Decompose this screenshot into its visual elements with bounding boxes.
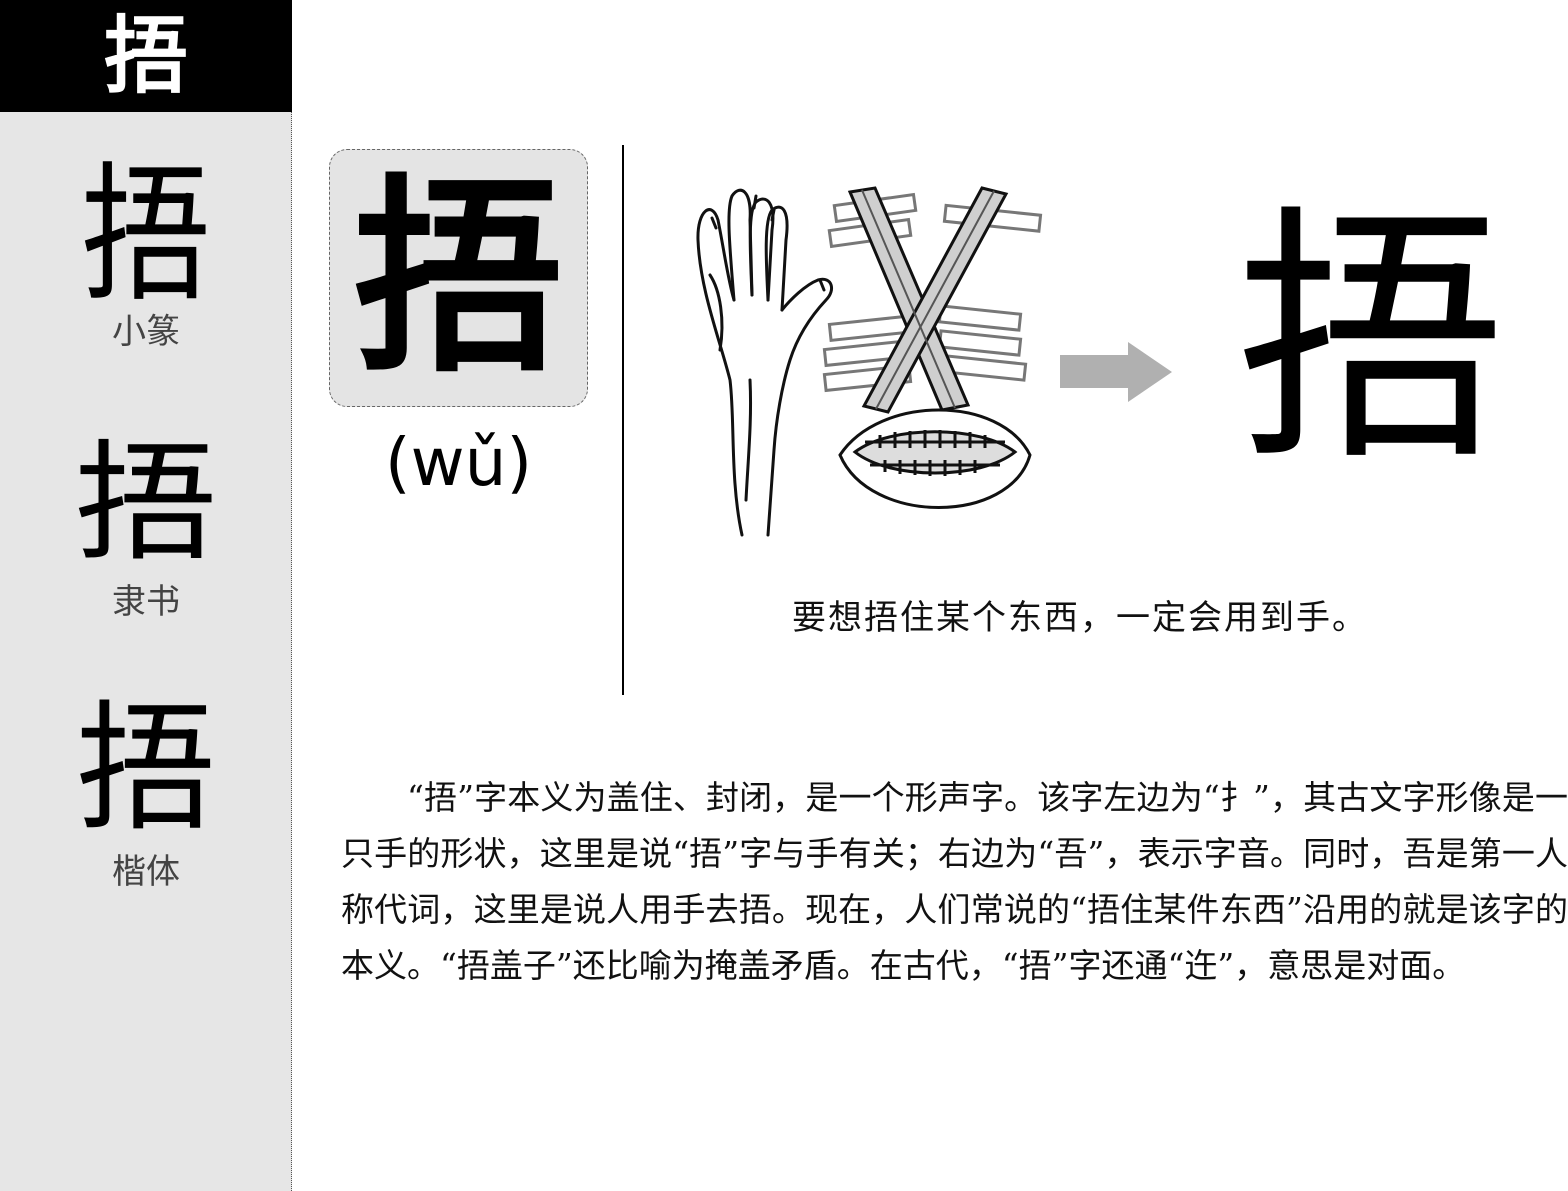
main-character: 捂 <box>353 154 564 401</box>
main-character-card: 捂 <box>329 149 588 407</box>
arrow-right-icon <box>1060 342 1172 402</box>
sidebar: 捂 捂 小篆 捂 隶书 捂 楷体 <box>0 0 292 1191</box>
illustration-caption: 要想捂住某个东西，一定会用到手。 <box>792 598 1368 638</box>
regular-script-glyph: 捂 <box>75 688 216 851</box>
header-character: 捂 <box>103 6 188 105</box>
clerical-script-label: 隶书 <box>112 582 180 622</box>
sidebar-header: 捂 <box>0 0 292 112</box>
script-regular: 捂 楷体 <box>0 700 292 893</box>
script-seal: 捂 小篆 <box>0 160 292 353</box>
seal-script-glyph: 捂 <box>80 147 211 323</box>
pinyin: (wǔ) <box>384 424 533 501</box>
clerical-script-glyph: 捂 <box>74 433 218 577</box>
script-clerical: 捂 隶书 <box>0 440 292 623</box>
description-paragraph: “捂”字本义为盖住、封闭，是一个形声字。该字左边为“扌”，其古文字形像是一只手的… <box>341 778 1568 985</box>
mouth-drawing <box>838 408 1032 509</box>
hand-drawing <box>696 188 834 537</box>
vertical-divider <box>622 145 624 695</box>
x-mark <box>847 186 1009 414</box>
evolved-seal-glyph: 捂 <box>1236 182 1506 497</box>
regular-script-label: 楷体 <box>112 852 180 892</box>
